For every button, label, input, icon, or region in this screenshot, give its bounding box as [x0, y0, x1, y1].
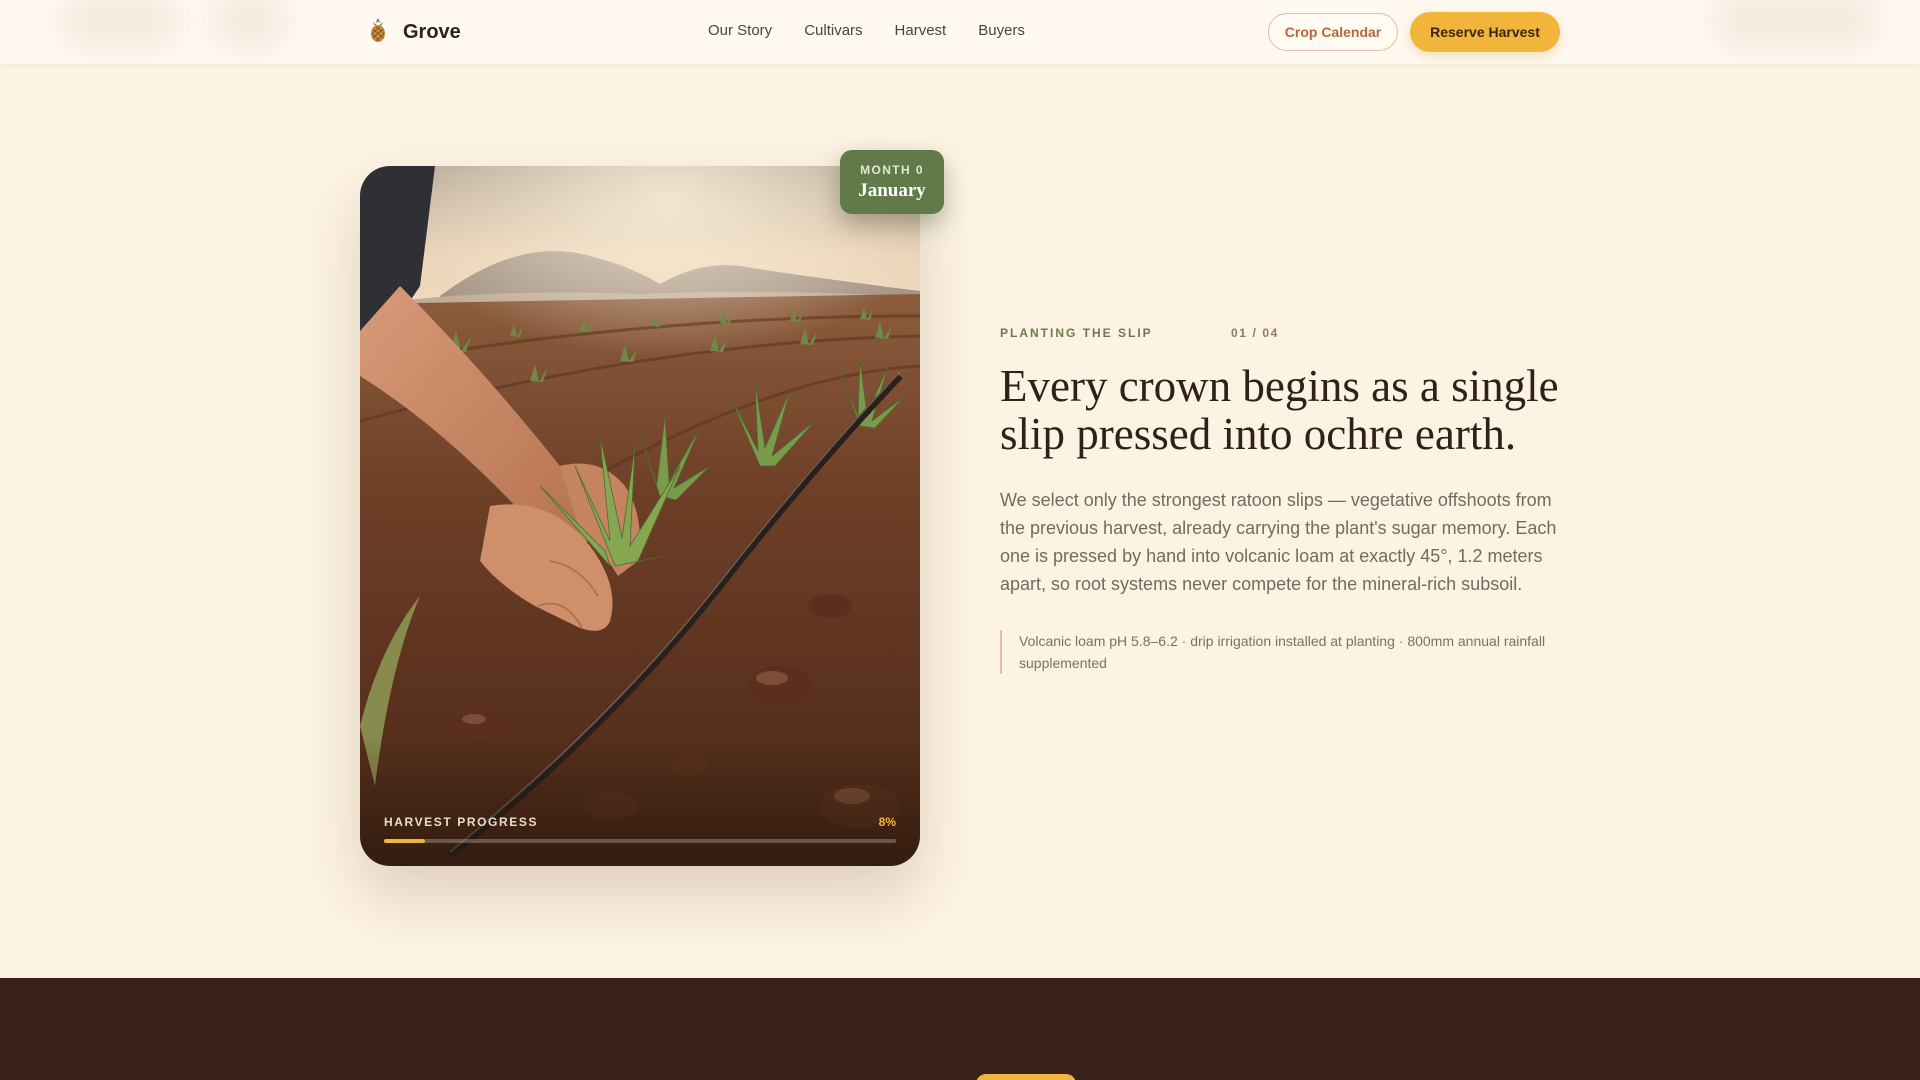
nav-link-cultivars[interactable]: Cultivars [804, 22, 862, 39]
brand-name: Grove [403, 20, 461, 43]
nav-link-harvest[interactable]: Harvest [895, 22, 947, 39]
section-pill-button[interactable] [976, 1074, 1076, 1080]
harvest-progress-value: 8% [878, 815, 896, 829]
header-backdrop-blur [210, 0, 290, 50]
hero-image-card: HARVEST PROGRESS 8% [360, 166, 920, 866]
nav-link-our-story[interactable]: Our Story [708, 22, 772, 39]
site-header: Grove Our Story Cultivars Harvest Buyers… [0, 0, 1920, 64]
hero-detail-note: Volcanic loam pH 5.8–6.2 · drip irrigati… [1000, 630, 1560, 674]
crop-calendar-button[interactable]: Crop Calendar [1268, 13, 1398, 51]
step-counter: 01 / 04 [1231, 326, 1279, 340]
image-bottom-gradient [360, 736, 920, 866]
section-eyebrow: PLANTING THE SLIP [1000, 326, 1153, 340]
harvest-progress-label: HARVEST PROGRESS [384, 815, 539, 829]
nav-link-buyers[interactable]: Buyers [978, 22, 1025, 39]
harvest-progress-bar [384, 839, 896, 843]
header-backdrop-blur [60, 0, 180, 50]
hero-body-text: We select only the strongest ratoon slip… [1000, 490, 1557, 594]
month-badge-name: January [858, 180, 926, 201]
next-section-band [0, 978, 1920, 1080]
main-nav: Our Story Cultivars Harvest Buyers [708, 22, 1025, 39]
reserve-harvest-button[interactable]: Reserve Harvest [1410, 12, 1560, 52]
harvest-progress-fill [384, 839, 425, 843]
hero-headline: Every crown begins as a single slip pres… [1000, 361, 1559, 459]
header-backdrop-blur [1710, 0, 1880, 50]
month-badge: MONTH 0 January [840, 150, 944, 214]
month-badge-label: MONTH 0 [860, 163, 924, 177]
brand-logo-link[interactable]: Grove [367, 17, 461, 48]
pineapple-icon [367, 17, 389, 48]
